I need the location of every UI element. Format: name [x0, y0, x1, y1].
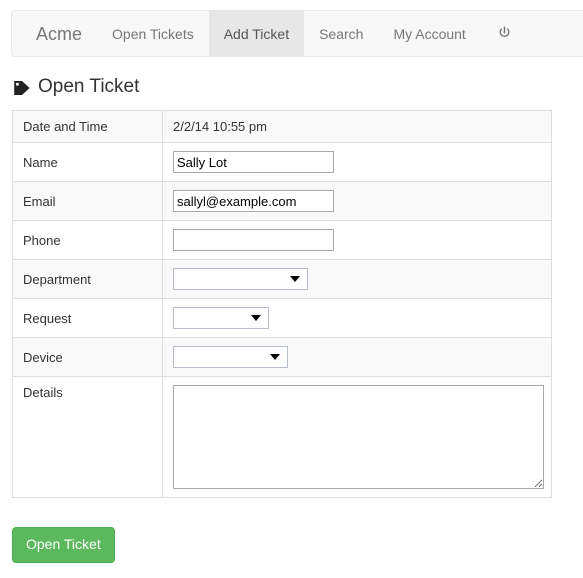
- row-label-request: Request: [12, 298, 163, 338]
- page-heading: Open Ticket: [13, 77, 139, 96]
- table-row: Device: [12, 337, 552, 377]
- open-ticket-button[interactable]: Open Ticket: [12, 527, 115, 563]
- row-value-name: [162, 142, 552, 182]
- table-row: Email: [12, 181, 552, 221]
- row-value-date-and-time: 2/2/14 10:55 pm: [162, 110, 552, 143]
- row-value-phone: [162, 220, 552, 260]
- row-label-email: Email: [12, 181, 163, 221]
- row-value-device: [162, 337, 552, 377]
- nav-item-open-tickets[interactable]: Open Tickets: [97, 11, 209, 56]
- table-row: Name: [12, 142, 552, 182]
- ticket-form-table: Date and Time 2/2/14 10:55 pm Name Email…: [12, 110, 552, 498]
- device-select-wrapper: [173, 346, 288, 368]
- nav-item-logout[interactable]: [481, 11, 528, 56]
- table-row: Department: [12, 259, 552, 299]
- email-input[interactable]: [173, 190, 334, 212]
- table-row: Details: [12, 376, 552, 498]
- request-select-wrapper: [173, 307, 269, 329]
- power-icon: [497, 26, 512, 41]
- nav-item-my-account[interactable]: My Account: [378, 11, 480, 56]
- date-and-time-value: 2/2/14 10:55 pm: [173, 119, 267, 134]
- table-row: Date and Time 2/2/14 10:55 pm: [12, 110, 552, 143]
- row-value-request: [162, 298, 552, 338]
- request-select[interactable]: [173, 307, 269, 329]
- tag-icon: [13, 79, 31, 97]
- row-label-name: Name: [12, 142, 163, 182]
- main-navbar: Acme Open Tickets Add Ticket Search My A…: [11, 10, 583, 57]
- phone-input[interactable]: [173, 229, 334, 251]
- row-value-details: [162, 376, 552, 498]
- department-select[interactable]: [173, 268, 308, 290]
- row-label-date-and-time: Date and Time: [12, 110, 163, 143]
- row-label-phone: Phone: [12, 220, 163, 260]
- row-label-department: Department: [12, 259, 163, 299]
- row-value-email: [162, 181, 552, 221]
- nav-item-add-ticket[interactable]: Add Ticket: [208, 11, 305, 56]
- department-select-wrapper: [173, 268, 308, 290]
- page-title: Open Ticket: [38, 76, 140, 97]
- row-label-device: Device: [12, 337, 163, 377]
- nav-item-search[interactable]: Search: [304, 11, 378, 56]
- device-select[interactable]: [173, 346, 288, 368]
- details-textarea[interactable]: [173, 385, 544, 489]
- table-row: Phone: [12, 220, 552, 260]
- brand-logo[interactable]: Acme: [21, 11, 97, 56]
- name-input[interactable]: [173, 151, 334, 173]
- row-value-department: [162, 259, 552, 299]
- row-label-details: Details: [12, 376, 163, 498]
- table-row: Request: [12, 298, 552, 338]
